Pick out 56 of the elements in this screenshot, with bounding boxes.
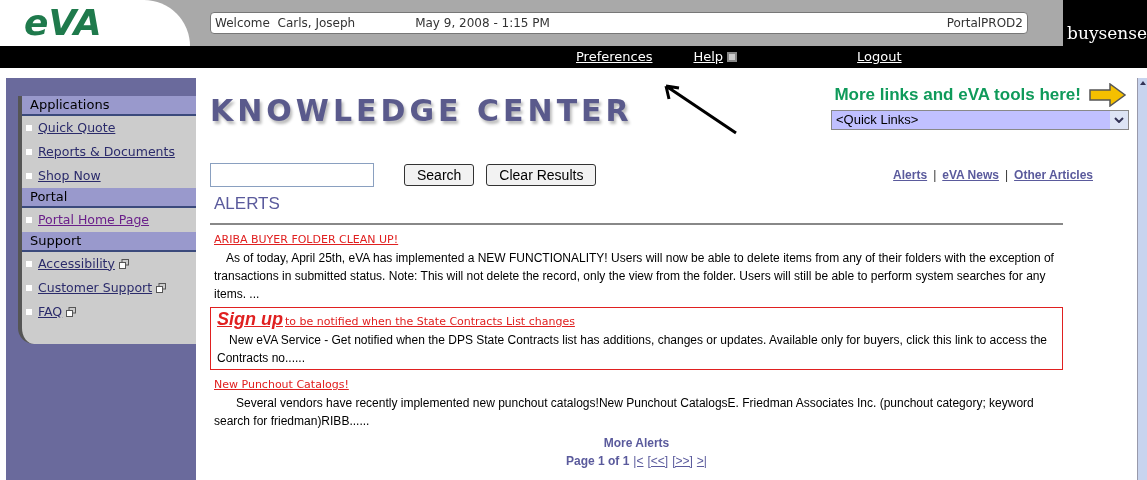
section-title: ALERTS [214, 193, 281, 215]
bullet-icon [26, 217, 32, 223]
logo: eVA [24, 5, 102, 41]
nav-link[interactable]: Help [693, 47, 738, 67]
pager-link[interactable]: >| [696, 451, 707, 470]
arrow-right-icon [1089, 82, 1127, 107]
chevron-down-icon [1114, 116, 1124, 123]
environment-name: PortalPROD2 [946, 15, 1023, 32]
section-link[interactable]: eVA News [942, 166, 999, 184]
date-time: May 9, 2008 - 1:15 PM [415, 15, 550, 32]
alert-text: New eVA Service - Get notified when the DPS State Contracts list has additions, changes or updates. Available only for buyers, click this link to access the Contracts no...... [217, 331, 1048, 367]
new-window-icon [727, 52, 738, 62]
sidebar-link[interactable]: Customer Support [38, 278, 167, 298]
sidebar-link[interactable]: Shop Now [38, 166, 101, 186]
search-field[interactable] [210, 163, 374, 187]
sidebar-link[interactable]: Portal Home Page [38, 210, 150, 230]
alert-title[interactable]: New Punchout Catalogs! [214, 375, 349, 394]
new-window-icon [66, 307, 77, 317]
bullet-icon [26, 285, 32, 291]
alert-text: As of today, April 25th, eVA has implemented a NEW FUNCTIONALITY! Users will now be able to delete items from any of their folders with the exception of transactions in submitted status. Note: This will not delete the record, only the view from the folder. Users will still be able to perform system searches for any items. ... [214, 249, 1055, 303]
link-separator: | [1004, 167, 1009, 184]
bullet-icon [26, 149, 32, 155]
promo-text: More links and eVA tools here! [834, 84, 1081, 106]
sidebar-link[interactable]: Quick Quote [38, 118, 116, 138]
new-window-icon [118, 259, 129, 269]
welcome-text: Welcome Carls, Joseph [215, 15, 356, 32]
link-separator: | [933, 167, 937, 184]
alert-title[interactable]: to be notified when the State Contracts List changes [285, 312, 575, 331]
nav-link[interactable]: Preferences [576, 47, 653, 67]
alert-title[interactable]: ARIBA BUYER FOLDER CLEAN UP! [214, 230, 399, 249]
bullet-icon [26, 261, 32, 267]
nav-link[interactable]: Logout [857, 47, 902, 67]
sidebar-link[interactable]: Accessibility [38, 254, 129, 274]
quick-links-dropdown[interactable]: <Quick Links> [831, 109, 1129, 130]
bullet-icon [26, 173, 32, 179]
sidebar-link[interactable]: FAQ [38, 302, 77, 322]
page-title: KNOWLEDGE CENTER [210, 92, 633, 130]
sidebar-heading: Portal [22, 188, 196, 208]
new-window-icon [156, 283, 167, 293]
pager-link[interactable]: [<<] [647, 451, 669, 470]
pager-link[interactable]: [>>] [672, 451, 693, 470]
alert-text: Several vendors have recently implemented new punchout catalogs!New Punchout CatalogsE. Friedman Associates Inc. (punchout category; keyword search for friedman)RIBB...... [214, 394, 1035, 430]
sidebar-heading: Applications [22, 96, 196, 116]
bullet-icon [26, 309, 32, 315]
sign-up-link[interactable]: Sign up [217, 309, 283, 328]
section-link[interactable]: Alerts [893, 166, 928, 184]
page-indicator: Page 1 of 1 [566, 452, 630, 470]
section-link[interactable]: Other Articles [1014, 166, 1093, 184]
action-button[interactable]: Search [404, 164, 475, 186]
pager-link[interactable]: |< [633, 451, 644, 470]
more-alerts-link[interactable]: More Alerts [603, 433, 670, 452]
sidebar-link[interactable]: Reports & Documents [38, 142, 175, 162]
brand-logo: buysense [1067, 22, 1147, 46]
action-button[interactable]: Clear Results [486, 164, 597, 186]
bullet-icon [26, 125, 32, 131]
sidebar-heading: Support [22, 232, 196, 252]
